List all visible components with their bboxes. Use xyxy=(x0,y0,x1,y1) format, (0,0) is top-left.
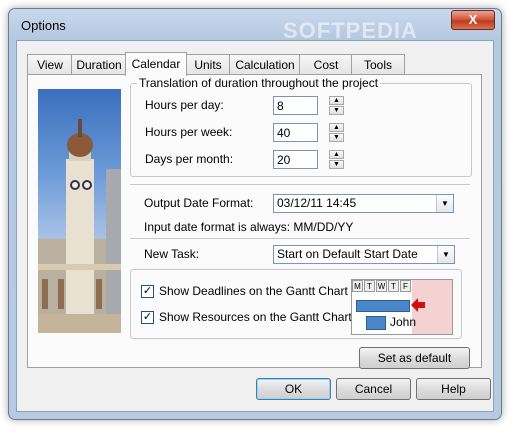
new-task-label: New Task: xyxy=(144,247,200,261)
translation-group: Translation of duration throughout the p… xyxy=(130,76,472,177)
new-task-value: Start on Default Start Date xyxy=(277,247,418,261)
show-deadlines-checkbox[interactable]: ✓ xyxy=(141,285,154,298)
set-as-default-button[interactable]: Set as default xyxy=(359,347,470,369)
cancel-button[interactable]: Cancel xyxy=(336,378,411,400)
gantt-day-header: M xyxy=(352,280,363,292)
hours-per-day-down[interactable]: ▼ xyxy=(329,106,344,115)
gantt-day-header: T xyxy=(388,280,399,292)
hours-per-day-label: Hours per day: xyxy=(145,98,224,112)
new-task-select[interactable]: Start on Default Start Date ▼ xyxy=(273,245,455,264)
hours-per-week-input[interactable]: 40 xyxy=(273,123,318,142)
hours-per-week-up[interactable]: ▲ xyxy=(329,123,344,132)
options-dialog: Options SOFTPEDIA X View Duration Calend… xyxy=(8,8,502,420)
tab-calendar[interactable]: Calendar xyxy=(125,52,187,76)
clock-tower-image xyxy=(38,89,121,333)
title-bar[interactable]: Options SOFTPEDIA X xyxy=(9,9,501,43)
tab-cost[interactable]: Cost xyxy=(299,54,353,75)
tab-units[interactable]: Units xyxy=(185,54,231,75)
tab-duration[interactable]: Duration xyxy=(71,54,127,75)
chevron-down-icon[interactable]: ▼ xyxy=(437,246,454,263)
show-deadlines-label: Show Deadlines on the Gantt Chart xyxy=(159,284,348,298)
hours-per-week-down[interactable]: ▼ xyxy=(329,133,344,142)
days-per-month-input[interactable]: 20 xyxy=(273,150,318,169)
tab-tools[interactable]: Tools xyxy=(351,54,405,75)
translation-group-label: Translation of duration throughout the p… xyxy=(137,76,381,90)
days-per-month-down[interactable]: ▼ xyxy=(329,160,344,169)
hours-per-day-up[interactable]: ▲ xyxy=(329,96,344,105)
tab-view[interactable]: View xyxy=(27,54,73,75)
separator xyxy=(130,238,470,239)
output-date-value: 03/12/11 14:45 xyxy=(277,196,357,210)
gantt-day-header: F xyxy=(400,280,411,292)
show-resources-label: Show Resources on the Gantt Chart xyxy=(159,310,352,324)
tab-calculation[interactable]: Calculation xyxy=(229,54,301,75)
hours-per-day-input[interactable]: 8 xyxy=(273,96,318,115)
deadline-arrow-icon xyxy=(410,296,426,314)
close-icon: X xyxy=(468,12,478,27)
calendar-panel: Translation of duration throughout the p… xyxy=(27,74,482,369)
output-date-select[interactable]: 03/12/11 14:45 ▼ xyxy=(273,194,454,213)
gantt-task-bar xyxy=(356,300,410,312)
gantt-day-header: T xyxy=(364,280,375,292)
separator xyxy=(130,184,470,185)
dialog-body: View Duration Calendar Units Calculation… xyxy=(16,40,494,412)
days-per-month-up[interactable]: ▲ xyxy=(329,150,344,159)
gantt-options-group: ✓ Show Deadlines on the Gantt Chart ✓ Sh… xyxy=(130,269,462,339)
ok-button[interactable]: OK xyxy=(256,378,331,400)
close-button[interactable]: X xyxy=(451,10,495,30)
show-resources-checkbox[interactable]: ✓ xyxy=(141,311,154,324)
window-title: Options xyxy=(21,18,66,33)
input-format-note: Input date format is always: MM/DD/YY xyxy=(144,220,354,234)
chevron-down-icon[interactable]: ▼ xyxy=(436,195,453,212)
gantt-day-header: W xyxy=(376,280,387,292)
hours-per-week-label: Hours per week: xyxy=(145,125,233,139)
output-date-label: Output Date Format: xyxy=(144,196,254,210)
gantt-preview: M T W T F John xyxy=(351,279,453,335)
help-button[interactable]: Help xyxy=(416,378,491,400)
resource-name: John xyxy=(390,315,417,329)
resource-bar xyxy=(366,316,386,330)
days-per-month-label: Days per month: xyxy=(145,152,234,166)
